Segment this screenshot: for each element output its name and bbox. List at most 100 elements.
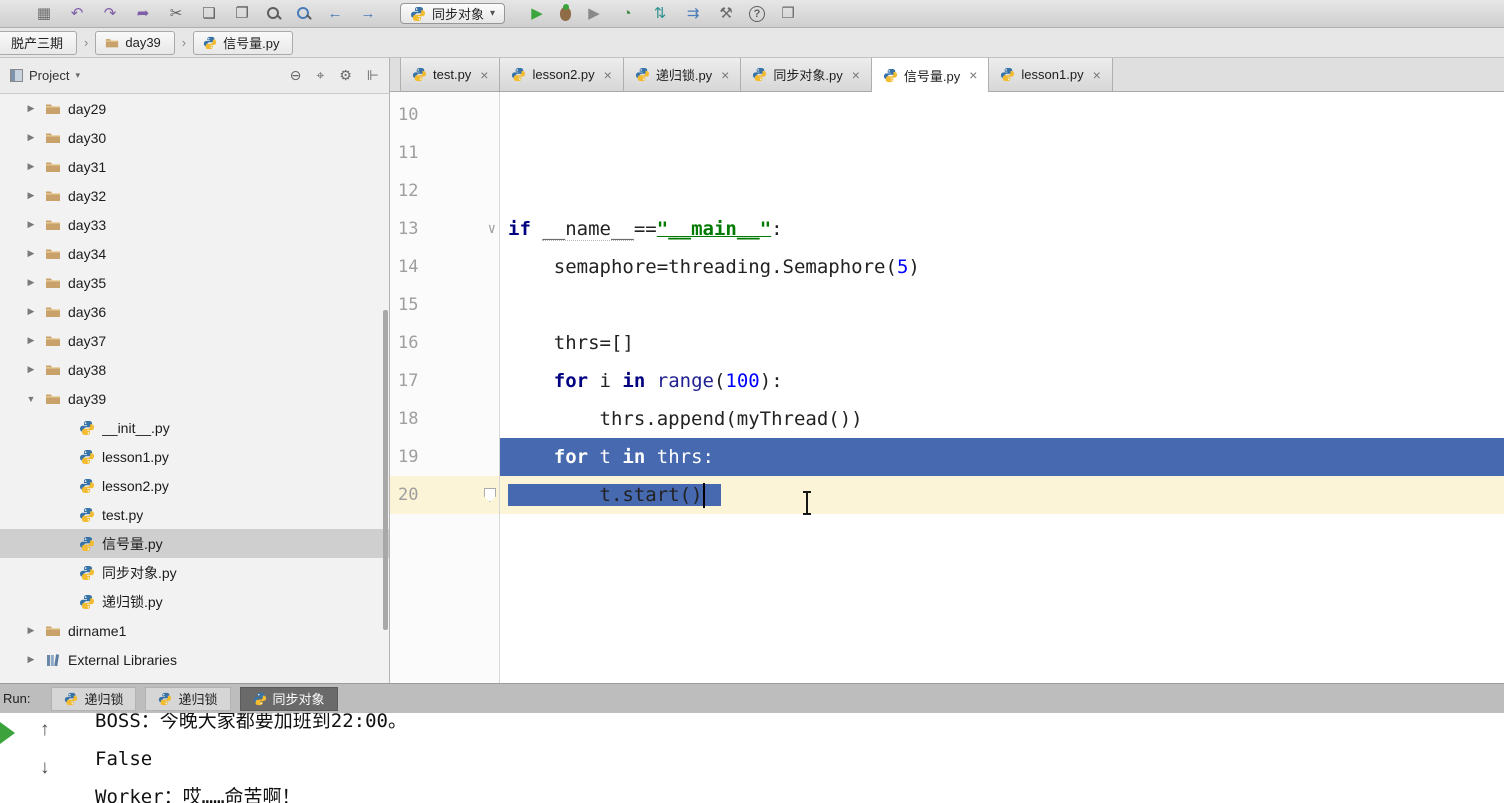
tree-item-day39[interactable]: ▼ day39 — [0, 384, 389, 413]
chevron-collapsed-icon[interactable]: ▶ — [24, 219, 38, 230]
chevron-collapsed-icon[interactable]: ▶ — [24, 654, 38, 665]
paste-icon[interactable]: ❐ — [232, 5, 252, 23]
chevron-collapsed-icon[interactable]: ▶ — [24, 277, 38, 288]
hide-panel-icon[interactable]: ⊩ — [367, 67, 379, 84]
copy-icon[interactable]: ❏ — [199, 5, 219, 23]
chevron-collapsed-icon[interactable]: ▶ — [24, 335, 38, 346]
find-icon[interactable] — [265, 5, 282, 22]
editor-tab-lesson1-py[interactable]: lesson1.py × — [989, 58, 1113, 91]
tree-item-py[interactable]: 同步对象.py — [0, 558, 389, 587]
tree-item-day37[interactable]: ▶ day37 — [0, 326, 389, 355]
close-tab-icon[interactable]: × — [969, 67, 977, 83]
scroll-from-source-icon[interactable]: ⌖ — [316, 67, 324, 84]
tree-item-external-libraries[interactable]: ▶ External Libraries — [0, 645, 389, 674]
step-icon[interactable]: ⇉ — [683, 5, 703, 23]
chevron-expanded-icon[interactable]: ▼ — [24, 394, 38, 404]
code-area[interactable]: if __name__=="__main__": semaphore=threa… — [500, 92, 1504, 683]
tree-item-day35[interactable]: ▶ day35 — [0, 268, 389, 297]
tree-item-init-py[interactable]: __init__.py — [0, 413, 389, 442]
tools-icon[interactable]: ⚒ — [716, 5, 736, 23]
close-tab-icon[interactable]: × — [480, 67, 488, 83]
code-line[interactable] — [500, 172, 1504, 210]
replace-icon[interactable] — [295, 5, 312, 22]
down-arrow-icon[interactable]: ↓ — [40, 757, 50, 779]
tree-item-py[interactable]: 递归锁.py — [0, 587, 389, 616]
run-icon[interactable]: ▶ — [527, 5, 547, 23]
tree-item-lesson2-py[interactable]: lesson2.py — [0, 471, 389, 500]
back-icon[interactable]: ← — [325, 5, 345, 23]
chevron-collapsed-icon[interactable]: ▶ — [24, 132, 38, 143]
chevron-collapsed-icon[interactable]: ▶ — [24, 161, 38, 172]
gutter-marker-icon[interactable] — [484, 488, 496, 502]
code-line[interactable] — [500, 286, 1504, 324]
run-coverage-icon[interactable]: ▶ — [584, 5, 604, 23]
code-line[interactable]: if __name__=="__main__": — [500, 210, 1504, 248]
code-line[interactable]: thrs=[] — [500, 324, 1504, 362]
chevron-collapsed-icon[interactable]: ▶ — [24, 248, 38, 259]
up-arrow-icon[interactable]: ↑ — [40, 719, 50, 741]
tree-item-lesson1-py[interactable]: lesson1.py — [0, 442, 389, 471]
debug-icon[interactable] — [560, 3, 572, 21]
code-line[interactable] — [500, 96, 1504, 134]
chevron-collapsed-icon[interactable]: ▶ — [24, 625, 38, 636]
help-icon[interactable]: ? — [749, 5, 766, 22]
code-line[interactable] — [500, 134, 1504, 172]
close-tab-icon[interactable]: × — [721, 67, 729, 83]
close-tab-icon[interactable]: × — [1093, 67, 1101, 83]
chevron-collapsed-icon[interactable]: ▶ — [24, 103, 38, 114]
tree-item-day29[interactable]: ▶ day29 — [0, 94, 389, 123]
rerun-icon[interactable] — [0, 722, 15, 744]
tree-item-day31[interactable]: ▶ day31 — [0, 152, 389, 181]
editor-tab-test-py[interactable]: test.py × — [400, 58, 501, 91]
breadcrumb-item-item[interactable]: 脱产三期 — [0, 30, 78, 55]
chevron-collapsed-icon[interactable]: ▶ — [24, 190, 38, 201]
close-tab-icon[interactable]: × — [852, 67, 860, 83]
breadcrumb-item-day39[interactable]: day39 — [95, 30, 175, 55]
fold-arrow-icon[interactable]: ∨ — [488, 221, 496, 237]
tree-item-day30[interactable]: ▶ day30 — [0, 123, 389, 152]
editor-tab-lesson2-py[interactable]: lesson2.py × — [500, 58, 624, 91]
tree-item-day38[interactable]: ▶ day38 — [0, 355, 389, 384]
project-panel-title[interactable]: Project — [29, 68, 69, 83]
undo-icon[interactable]: ↶ — [67, 5, 87, 23]
redo-icon[interactable]: ↷ — [100, 5, 120, 23]
console-output[interactable]: BOSS：今晚大家都要加班到22:00。 False Worker：哎……命苦啊！ — [80, 713, 1504, 803]
run-tab-item[interactable]: 同步对象 — [239, 686, 338, 711]
tree-item-day32[interactable]: ▶ day32 — [0, 181, 389, 210]
close-tab-icon[interactable]: × — [604, 67, 612, 83]
tree-item-py[interactable]: 信号量.py — [0, 529, 389, 558]
editor[interactable]: 10 11 12 13 ∨ 14 15 16 17 18 19 20 if __name__=="__… — [390, 92, 1504, 683]
run-config-selector[interactable]: 同步对象 ▾ — [400, 3, 506, 24]
update-running-icon[interactable]: ⇅ — [650, 5, 670, 23]
chevron-collapsed-icon[interactable]: ▶ — [24, 306, 38, 317]
editor-tab-py[interactable]: 信号量.py × — [871, 58, 990, 92]
tree-item-day34[interactable]: ▶ day34 — [0, 239, 389, 268]
run-tab-item[interactable]: 递归锁 — [145, 686, 231, 711]
folder-icon — [45, 101, 61, 117]
share-icon[interactable]: ➦ — [133, 5, 153, 23]
clipboard-icon[interactable]: ❒ — [778, 5, 798, 23]
code-line[interactable]: t.start() — [500, 476, 1504, 514]
tree-item-day36[interactable]: ▶ day36 — [0, 297, 389, 326]
editor-tab-py[interactable]: 递归锁.py × — [623, 58, 742, 91]
code-line[interactable]: semaphore=threading.Semaphore(5) — [500, 248, 1504, 286]
save-all-icon[interactable]: ▦ — [34, 5, 54, 23]
tree-item-test-py[interactable]: test.py — [0, 500, 389, 529]
code-line[interactable]: for i in range(100): — [500, 362, 1504, 400]
tree-item-dirname1[interactable]: ▶ dirname1 — [0, 616, 389, 645]
profiler-icon[interactable]: ◔ — [617, 5, 637, 23]
breadcrumb-item-py[interactable]: 信号量.py — [193, 30, 294, 55]
chevron-down-icon[interactable]: ▾ — [75, 70, 80, 81]
settings-gear-icon[interactable]: ⚙ — [339, 67, 352, 84]
project-scrollbar[interactable] — [383, 310, 388, 630]
cut-icon[interactable]: ✂ — [166, 5, 186, 23]
editor-tab-py[interactable]: 同步对象.py × — [741, 58, 872, 91]
collapse-all-icon[interactable]: ⊖ — [290, 67, 302, 84]
tree-item-day33[interactable]: ▶ day33 — [0, 210, 389, 239]
code-line[interactable]: thrs.append(myThread()) — [500, 400, 1504, 438]
toolbar-right-group: ▶ ▶ ◔ ⇅ ⇉ ⚒? ❒ — [527, 3, 798, 23]
run-tab-item[interactable]: 递归锁 — [51, 686, 137, 711]
forward-icon[interactable]: → — [358, 5, 378, 23]
chevron-collapsed-icon[interactable]: ▶ — [24, 364, 38, 375]
code-line[interactable]: for t in thrs: — [500, 438, 1504, 476]
